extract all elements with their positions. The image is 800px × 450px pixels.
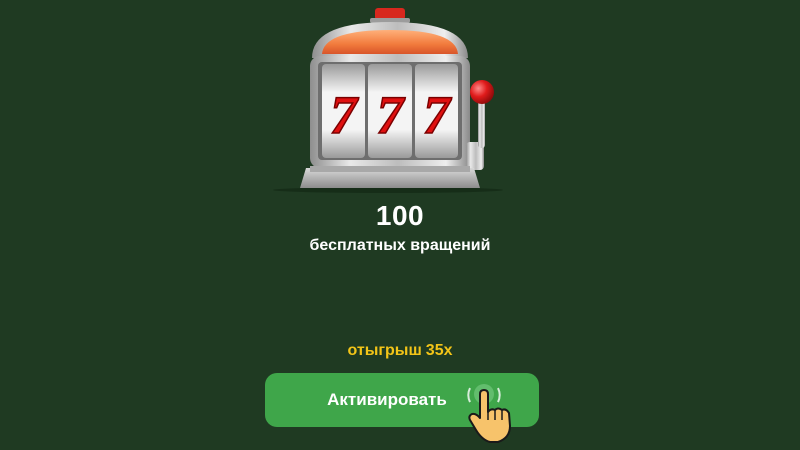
free-spins-label: бесплатных вращений bbox=[309, 237, 491, 254]
free-spins-count: 100 bbox=[375, 200, 425, 231]
wager-requirement: отыгрыш 35x bbox=[0, 342, 800, 360]
bonus-screen: 7 7 7 100 бесплатных вращений отыгрыш 35x… bbox=[0, 0, 800, 450]
slot-machine-icon: 7 7 7 bbox=[273, 8, 503, 193]
pointing-hand-icon bbox=[467, 384, 511, 443]
svg-text:7: 7 bbox=[423, 85, 452, 145]
svg-text:7: 7 bbox=[377, 85, 406, 145]
wager-value: 35x bbox=[425, 342, 453, 359]
wager-label: отыгрыш bbox=[347, 342, 422, 359]
svg-text:7: 7 bbox=[330, 85, 359, 145]
